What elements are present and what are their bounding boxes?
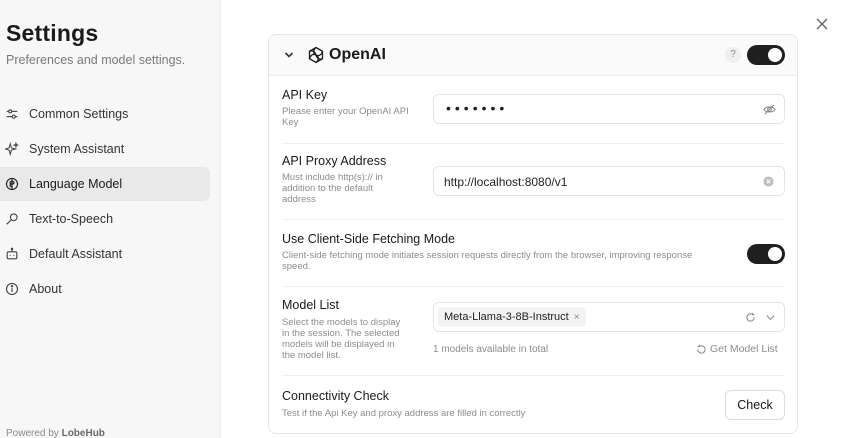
model-tag: Meta-Llama-3-8B-Instruct × <box>438 307 586 327</box>
chevron-down-icon[interactable] <box>283 49 295 61</box>
sidebar-item-common-settings[interactable]: Common Settings <box>0 97 210 131</box>
get-model-list-label: Get Model List <box>710 343 778 355</box>
close-icon <box>816 18 828 30</box>
page-description: Preferences and model settings. <box>6 53 186 67</box>
sidebar-item-label: Default Assistant <box>29 247 123 261</box>
api-key-description: Please enter your OpenAI API Key <box>282 106 409 128</box>
eye-off-icon[interactable] <box>763 103 776 116</box>
info-icon <box>5 282 19 296</box>
model-tag-label: Meta-Llama-3-8B-Instruct <box>444 311 569 323</box>
bot-icon <box>5 247 19 261</box>
client-fetch-description: Client-side fetching mode initiates sess… <box>282 250 693 272</box>
connectivity-row: Connectivity Check Test if the Api Key a… <box>282 376 785 433</box>
sidebar-item-label: Language Model <box>29 177 123 191</box>
tag-remove-icon[interactable]: × <box>574 312 580 323</box>
refresh-icon <box>697 344 706 354</box>
powered-brand[interactable]: LobeHub <box>62 428 105 438</box>
proxy-description: Must include http(s):// in addition to t… <box>282 172 383 205</box>
get-model-list-button[interactable]: Get Model List <box>696 343 778 355</box>
api-key-input[interactable]: ••••••• <box>433 94 785 124</box>
powered-prefix: Powered by <box>6 428 59 438</box>
provider-header[interactable]: OpenAI ? <box>269 35 797 76</box>
model-list-description: Select the models to display in the sess… <box>282 317 401 361</box>
sidebar-item-system-assistant[interactable]: System Assistant <box>0 132 210 166</box>
page-title: Settings <box>6 20 99 46</box>
brain-icon <box>5 177 19 191</box>
openai-logo-icon <box>308 46 324 64</box>
sidebar-item-language-model[interactable]: Language Model <box>0 167 210 201</box>
api-key-title: API Key <box>282 88 328 102</box>
model-list-title: Model List <box>282 298 339 312</box>
sidebar-item-label: System Assistant <box>29 142 125 156</box>
model-select[interactable]: Meta-Llama-3-8B-Instruct × <box>433 302 785 332</box>
provider-enable-toggle[interactable] <box>747 45 785 65</box>
sidebar-nav: Common Settings System Assistant Languag… <box>0 97 210 307</box>
sidebar: Settings Preferences and model settings.… <box>0 0 221 438</box>
model-count: 1 models available in total <box>433 344 549 355</box>
toggle-knob <box>768 247 782 261</box>
proxy-title: API Proxy Address <box>282 154 387 168</box>
powered-by: Powered by LobeHub <box>6 428 105 438</box>
client-fetch-title: Use Client-Side Fetching Mode <box>282 232 455 246</box>
provider-name: OpenAI <box>329 46 386 63</box>
api-key-row: API Key Please enter your OpenAI API Key… <box>282 76 785 144</box>
help-icon[interactable]: ? <box>725 47 741 63</box>
api-key-value: ••••••• <box>446 100 509 116</box>
chevron-down-icon[interactable] <box>765 312 776 323</box>
proxy-row: API Proxy Address Must include http(s):/… <box>282 144 785 220</box>
connectivity-description: Test if the Api Key and proxy address ar… <box>282 408 526 419</box>
proxy-value: http://localhost:8080/v1 <box>444 175 568 189</box>
refresh-icon[interactable] <box>745 312 756 323</box>
microphone-icon <box>5 212 19 226</box>
client-fetch-toggle[interactable] <box>747 244 785 264</box>
sidebar-item-about[interactable]: About <box>0 272 210 306</box>
sparkles-icon <box>5 142 19 156</box>
connectivity-title: Connectivity Check <box>282 389 389 403</box>
proxy-input[interactable]: http://localhost:8080/v1 <box>433 166 785 196</box>
model-list-row: Model List Select the models to display … <box>282 287 785 376</box>
sidebar-item-text-to-speech[interactable]: Text-to-Speech <box>0 202 210 236</box>
sidebar-item-label: Common Settings <box>29 107 129 121</box>
clear-icon[interactable] <box>763 176 774 187</box>
check-button[interactable]: Check <box>725 390 785 420</box>
toggle-knob <box>768 48 782 62</box>
client-fetch-row: Use Client-Side Fetching Mode Client-sid… <box>282 220 785 287</box>
sidebar-item-default-assistant[interactable]: Default Assistant <box>0 237 210 271</box>
sliders-icon <box>5 107 19 121</box>
provider-card: OpenAI ? API Key Please enter your OpenA… <box>268 34 798 434</box>
sidebar-item-label: Text-to-Speech <box>29 212 114 226</box>
sidebar-item-label: About <box>29 282 62 296</box>
close-button[interactable] <box>813 15 831 33</box>
